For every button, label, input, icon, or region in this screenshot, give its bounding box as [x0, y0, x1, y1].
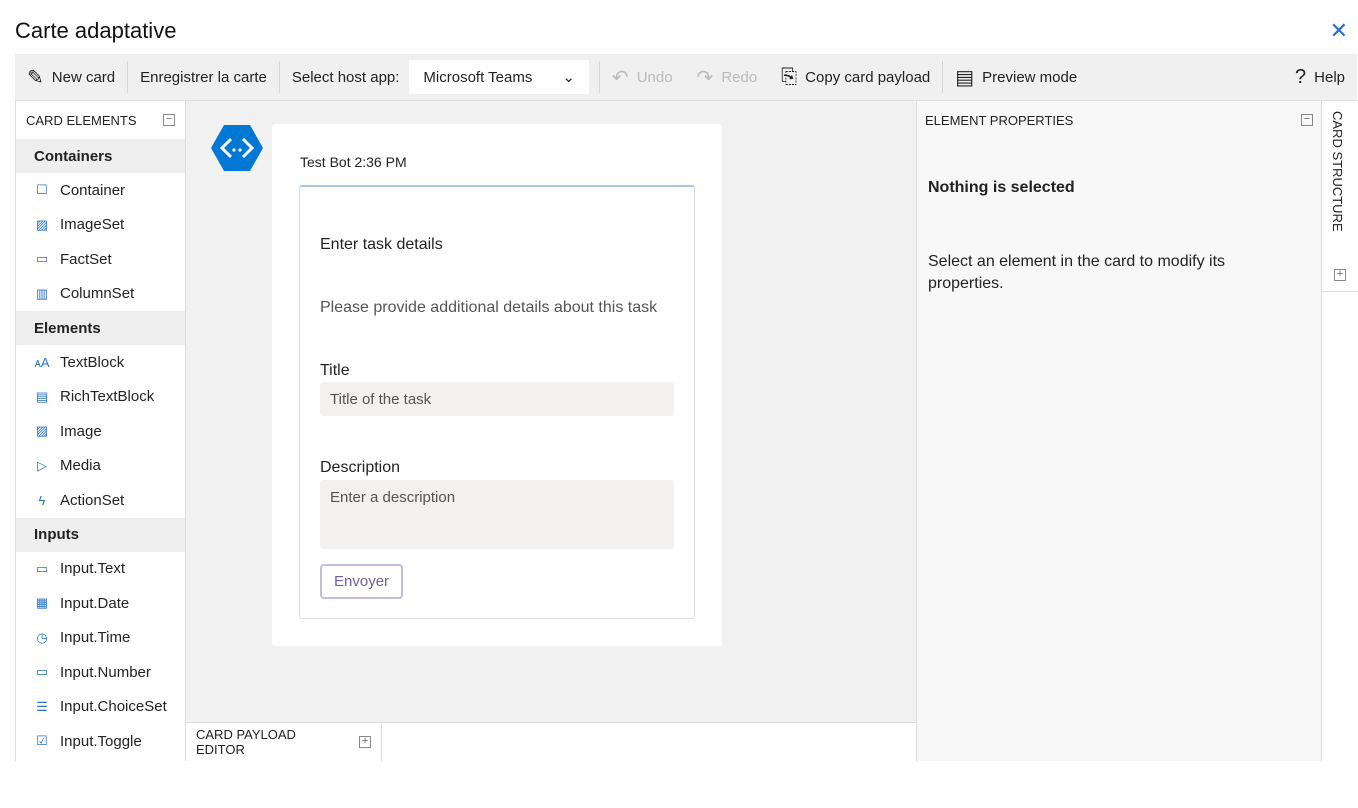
element-icon: ▭: [35, 251, 49, 267]
element-label: Input.Toggle: [60, 732, 142, 750]
help-button[interactable]: ? Help: [1283, 54, 1357, 100]
element-item-input-date[interactable]: ▦ Input.Date: [16, 586, 185, 621]
window-title: Carte adaptative: [15, 18, 177, 43]
element-icon: ☑: [36, 733, 48, 749]
undo-icon: ↶: [611, 66, 629, 89]
chevron-down-icon: ⌄: [562, 69, 575, 86]
element-item-media[interactable]: ▷ Media: [16, 449, 185, 484]
panel-title: CARD STRUCTURE: [1330, 111, 1345, 232]
card-subtitle: Please provide additional details about …: [320, 299, 658, 316]
element-icon: ▥: [35, 285, 49, 301]
element-icon: ▤: [35, 388, 49, 404]
element-icon: ▭: [35, 560, 49, 576]
element-label: ImageSet: [60, 216, 125, 234]
card-heading: Enter task details: [320, 236, 443, 253]
element-icon: ▨: [35, 216, 49, 232]
element-icon: ▨: [35, 423, 49, 439]
element-item-factset[interactable]: ▭ FactSet: [16, 242, 185, 277]
edit-icon: ✎: [27, 66, 44, 89]
element-label: FactSet: [60, 250, 112, 268]
collapse-icon[interactable]: −: [163, 114, 175, 126]
panel-title: CARD ELEMENTS: [26, 112, 137, 128]
copy-icon: ⎘: [781, 65, 798, 88]
panel-title: ELEMENT PROPERTIES: [925, 112, 1074, 128]
element-label: ActionSet: [60, 491, 125, 509]
element-icon: ▭: [35, 664, 49, 680]
element-label: Media: [60, 457, 101, 475]
element-label: TextBlock: [60, 353, 125, 371]
element-label: Input.Text: [60, 560, 126, 578]
close-icon[interactable]: ✕: [1330, 18, 1348, 44]
title-label: Title: [320, 362, 350, 379]
element-label: Input.Date: [60, 594, 130, 612]
element-label: Input.Time: [60, 629, 131, 647]
element-label: ColumnSet: [60, 285, 135, 303]
card-payload-editor: CARD PAYLOAD EDITOR +: [186, 722, 916, 761]
title-input[interactable]: Title of the task: [320, 382, 674, 416]
bot-avatar-icon: [211, 125, 263, 171]
category-header: Containers: [16, 139, 185, 173]
undo-button[interactable]: ↶ Undo: [600, 54, 685, 100]
element-item-input-number[interactable]: ▭ Input.Number: [16, 655, 185, 690]
element-icon: ᴀA: [34, 354, 50, 370]
new-card-button[interactable]: ✎ New card: [15, 54, 127, 100]
element-item-richtextblock[interactable]: ▤ RichTextBlock: [16, 380, 185, 415]
description-label: Description: [320, 459, 401, 476]
element-properties-panel: ELEMENT PROPERTIES − Nothing is selected …: [916, 101, 1321, 761]
host-app-select[interactable]: Microsoft Teams ⌄: [409, 60, 589, 94]
card-elements-panel: CARD ELEMENTS − Containers ☐ Container ▨ Imag…: [15, 101, 186, 761]
element-item-actionset[interactable]: ϟ ActionSet: [16, 483, 185, 518]
element-icon: ☰: [36, 698, 48, 714]
card-structure-panel[interactable]: CARD STRUCTURE +: [1321, 101, 1358, 761]
save-card-button[interactable]: Enregistrer la carte: [128, 54, 279, 100]
category-header: Elements: [16, 311, 185, 345]
preview-mode-button[interactable]: ▤ Preview mode: [943, 54, 1089, 100]
element-icon: ▷: [37, 457, 47, 473]
element-label: RichTextBlock: [60, 388, 155, 406]
element-label: Image: [60, 422, 102, 440]
element-item-input-toggle[interactable]: ☑ Input.Toggle: [16, 724, 185, 759]
redo-button[interactable]: ↷ Redo: [685, 54, 770, 100]
element-label: Container: [60, 181, 126, 199]
nothing-selected-text: Select an element in the card to modify …: [928, 253, 1226, 292]
nothing-selected-heading: Nothing is selected: [928, 179, 1075, 196]
message-timestamp: Test Bot 2:36 PM: [300, 154, 407, 170]
element-icon: ☐: [36, 182, 48, 198]
element-icon: ◷: [36, 629, 48, 645]
element-label: Input.Number: [60, 663, 151, 681]
redo-icon: ↷: [696, 66, 714, 89]
submit-button[interactable]: Envoyer: [320, 564, 404, 599]
element-item-input-text[interactable]: ▭ Input.Text: [16, 552, 185, 587]
category-header: Inputs: [16, 517, 185, 552]
panel-title: CARD PAYLOAD EDITOR: [196, 727, 296, 757]
element-item-image[interactable]: ▨ Image: [16, 414, 185, 449]
element-item-input-choiceset[interactable]: ☰ Input.ChoiceSet: [16, 690, 185, 725]
copy-payload-button[interactable]: ⎘ Copy card payload: [769, 54, 942, 100]
card-preview: Test Bot 2:36 PM Enter task details Plea…: [272, 124, 722, 646]
expand-icon[interactable]: +: [1334, 269, 1346, 281]
element-icon: ▦: [35, 595, 49, 611]
preview-icon: ▤: [955, 66, 975, 89]
element-item-columnset[interactable]: ▥ ColumnSet: [16, 277, 185, 312]
element-item-container[interactable]: ☐ Container: [16, 173, 185, 208]
element-icon: ϟ: [38, 492, 46, 508]
element-item-imageset[interactable]: ▨ ImageSet: [16, 208, 185, 243]
help-icon: ?: [1295, 65, 1307, 88]
adaptive-card[interactable]: Enter task details Please provide additi…: [299, 185, 695, 619]
element-item-input-time[interactable]: ◷ Input.Time: [16, 621, 185, 656]
collapse-icon[interactable]: −: [1301, 114, 1313, 126]
element-label: Input.ChoiceSet: [60, 698, 167, 716]
element-item-textblock[interactable]: ᴀA TextBlock: [16, 345, 185, 380]
toolbar: ✎ New card Enregistrer la carte Select ho…: [15, 54, 1357, 101]
description-input[interactable]: Enter a description: [320, 480, 674, 549]
expand-icon[interactable]: +: [359, 736, 371, 748]
host-app-label: Select host app:: [291, 68, 400, 86]
